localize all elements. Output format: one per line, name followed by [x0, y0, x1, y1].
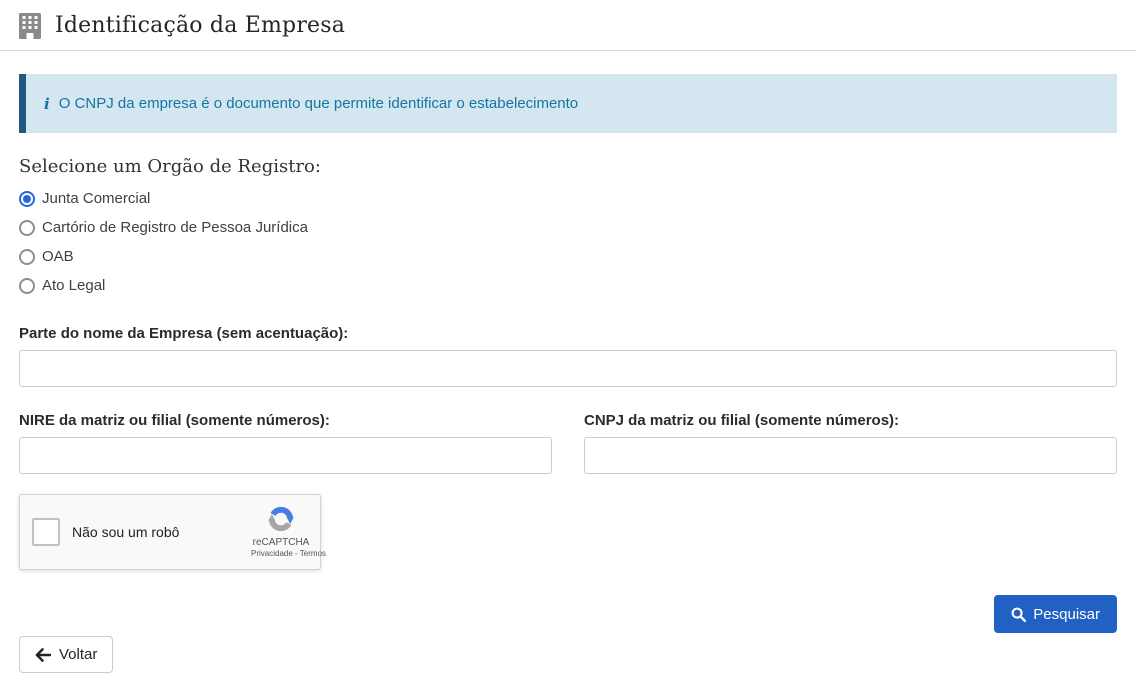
registry-radio-group: Junta Comercial Cartório de Registro de … [19, 190, 1117, 294]
radio-label: Junta Comercial [42, 190, 150, 207]
radio-input-ato-legal[interactable] [19, 278, 35, 294]
radio-label: OAB [42, 248, 74, 265]
search-button-label: Pesquisar [1033, 606, 1100, 623]
search-icon [1011, 607, 1026, 622]
recaptcha-links-separator: - [295, 549, 298, 558]
cnpj-label: CNPJ da matriz ou filial (somente número… [584, 412, 1117, 429]
radio-option-ato-legal[interactable]: Ato Legal [19, 277, 1117, 294]
recaptcha-checkbox[interactable] [32, 518, 60, 546]
nire-input[interactable] [19, 437, 552, 474]
search-button[interactable]: Pesquisar [994, 595, 1117, 633]
back-button[interactable]: Voltar [19, 636, 113, 673]
radio-label: Ato Legal [42, 277, 105, 294]
recaptcha-links: Privacidade - Termos [251, 549, 311, 558]
company-name-label: Parte do nome da Empresa (sem acentuação… [19, 325, 1117, 342]
page-header: Identificação da Empresa [19, 0, 1117, 42]
back-button-label: Voltar [59, 646, 97, 663]
recaptcha-widget: Não sou um robô reCAPTCHA Privacidade - … [19, 494, 321, 570]
company-name-input[interactable] [19, 350, 1117, 387]
nire-field: NIRE da matriz ou filial (somente número… [19, 412, 552, 474]
info-alert-text: O CNPJ da empresa é o documento que perm… [59, 95, 578, 112]
recaptcha-privacy-link[interactable]: Privacidade [251, 549, 293, 558]
recaptcha-logo-icon [266, 504, 296, 534]
info-icon: i [44, 95, 50, 113]
cnpj-field: CNPJ da matriz ou filial (somente número… [584, 412, 1117, 474]
nire-cnpj-row: NIRE da matriz ou filial (somente número… [19, 412, 1117, 474]
nire-label: NIRE da matriz ou filial (somente número… [19, 412, 552, 429]
radio-input-cartorio[interactable] [19, 220, 35, 236]
info-alert: i O CNPJ da empresa é o documento que pe… [19, 74, 1117, 133]
radio-input-oab[interactable] [19, 249, 35, 265]
recaptcha-terms-link[interactable]: Termos [300, 549, 326, 558]
search-button-row: Pesquisar [19, 595, 1117, 633]
page-title: Identificação da Empresa [55, 13, 345, 38]
recaptcha-wordmark: reCAPTCHA [251, 537, 311, 548]
radio-label: Cartório de Registro de Pessoa Jurídica [42, 219, 308, 236]
header-divider [0, 50, 1136, 51]
building-icon [19, 13, 41, 39]
radio-option-cartorio[interactable]: Cartório de Registro de Pessoa Jurídica [19, 219, 1117, 236]
recaptcha-brand: reCAPTCHA Privacidade - Termos [251, 504, 311, 558]
radio-option-junta-comercial[interactable]: Junta Comercial [19, 190, 1117, 207]
page: Identificação da Empresa i O CNPJ da emp… [0, 0, 1136, 688]
radio-input-junta-comercial[interactable] [19, 191, 35, 207]
cnpj-input[interactable] [584, 437, 1117, 474]
recaptcha-label: Não sou um robô [72, 524, 179, 540]
radio-option-oab[interactable]: OAB [19, 248, 1117, 265]
registry-legend: Selecione um Orgão de Registro: [19, 156, 1117, 177]
arrow-left-icon [35, 648, 51, 662]
